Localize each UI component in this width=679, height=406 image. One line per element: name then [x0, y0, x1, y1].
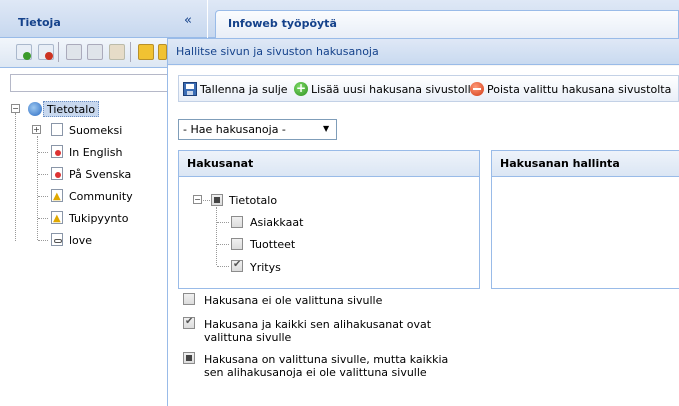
tree-branch: [38, 240, 48, 241]
keyword-search-value: - Hae hakusanoja -: [183, 123, 286, 136]
add-keyword-label: Lisää uusi hakusana sivustolle: [311, 82, 478, 96]
keyword-checkbox-yritys[interactable]: [231, 259, 243, 272]
keyword-label-asiakkaat: Asiakkaat: [250, 216, 304, 229]
remove-keyword-button[interactable]: Poista valittu hakusana sivustolta: [470, 80, 671, 98]
site-globe-icon: [28, 102, 42, 116]
remove-icon: [470, 82, 484, 96]
keyword-root-label: Tietotalo: [229, 194, 278, 207]
tree-branch: [38, 174, 48, 175]
legend-checked-text: Hakusana ja kaikki sen alihakusanat ovat…: [204, 318, 432, 344]
keyword-root-checkbox[interactable]: [211, 194, 223, 206]
left-panel-title: Tietoja: [18, 16, 61, 29]
tree-expand-toggle[interactable]: +: [32, 125, 41, 134]
tree-branch: [38, 218, 48, 219]
tree-branch: [203, 200, 210, 201]
keyword-manage-panel-title: Hakusanan hallinta: [500, 157, 620, 170]
toolbar-divider: [58, 42, 59, 62]
remove-keyword-label: Poista valittu hakusana sivustolta: [487, 82, 672, 96]
copy-icon[interactable]: [87, 44, 103, 60]
keyword-label-tuotteet: Tuotteet: [250, 238, 296, 251]
flag-page-icon: [51, 145, 63, 158]
warning-page-icon: ▲: [51, 189, 63, 202]
tree-item-in-english[interactable]: In English: [69, 146, 122, 159]
tree-item-tukipyynto[interactable]: Tukipyynto: [69, 212, 128, 225]
save-and-close-label: Tallenna ja sulje: [200, 82, 288, 96]
tree-item-love[interactable]: love: [69, 234, 92, 247]
keywords-panel-title: Hakusanat: [187, 157, 254, 170]
tree-branch: [38, 196, 48, 197]
keyword-checkbox-asiakkaat[interactable]: [231, 216, 243, 228]
warning-page-icon: ▲: [51, 211, 63, 224]
tree-guide-line: [15, 113, 16, 241]
folder-icon[interactable]: [138, 44, 154, 60]
page-icon: [51, 123, 63, 136]
tree-guide-line: [216, 207, 217, 265]
tree-branch: [217, 266, 229, 267]
delete-page-icon[interactable]: [38, 44, 54, 60]
keyword-tree-collapse-toggle[interactable]: −: [193, 195, 202, 204]
save-icon: [183, 82, 197, 96]
keyword-checkbox-tuotteet[interactable]: [231, 238, 243, 250]
legend-partial-checkbox: [183, 352, 195, 364]
link-page-icon: [51, 233, 63, 246]
tree-root-label: Tietotalo: [47, 103, 96, 116]
legend-empty-checkbox: [183, 293, 195, 305]
legend-empty-text: Hakusana ei ole valittuna sivulle: [204, 294, 383, 307]
flag-page-icon: [51, 167, 63, 180]
add-icon: +: [294, 81, 308, 96]
tree-branch: [38, 152, 48, 153]
legend-checked-checkbox: [183, 316, 195, 329]
keyword-label-yritys: Yritys: [250, 261, 281, 274]
tree-branch: [217, 222, 229, 223]
legend-partial-text: Hakusana on valittuna sivulle, mutta kai…: [204, 353, 449, 379]
add-keyword-button[interactable]: + Lisää uusi hakusana sivustolle: [294, 80, 477, 98]
folder-move-icon[interactable]: [158, 44, 167, 60]
tree-collapse-toggle[interactable]: −: [11, 104, 20, 113]
tab-title: Infoweb työpöytä: [228, 17, 337, 30]
collapse-panel-button[interactable]: «: [184, 13, 192, 28]
toolbar-divider: [130, 42, 131, 62]
dialog-title: Hallitse sivun ja sivuston hakusanoja: [176, 45, 379, 58]
tree-item-pa-svenska[interactable]: På Svenska: [69, 168, 131, 181]
tree-branch: [217, 244, 229, 245]
tree-item-community[interactable]: Community: [69, 190, 133, 203]
tree-item-suomeksi[interactable]: Suomeksi: [69, 124, 122, 137]
chevron-down-icon[interactable]: ▼: [323, 124, 329, 133]
new-page-icon[interactable]: [16, 44, 32, 60]
cut-icon[interactable]: [66, 44, 82, 60]
save-and-close-button[interactable]: Tallenna ja sulje: [183, 80, 288, 98]
paste-icon[interactable]: [109, 44, 125, 60]
